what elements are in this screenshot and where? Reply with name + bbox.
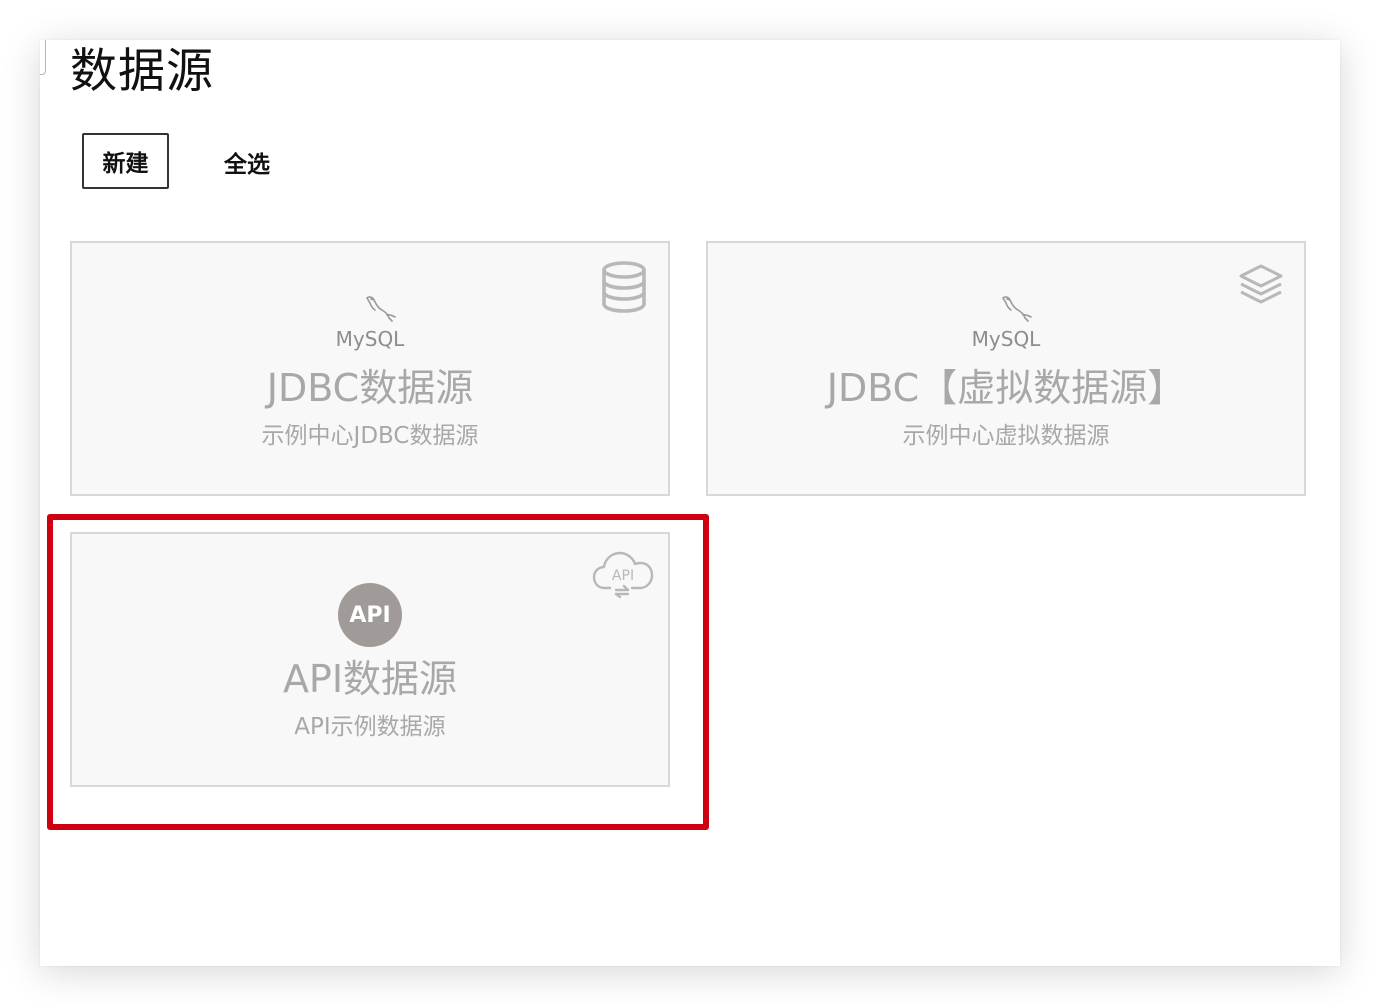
page-title: 数据源 — [70, 44, 214, 99]
card-subtitle: 示例中心JDBC数据源 — [261, 423, 479, 449]
card-title: API数据源 — [282, 657, 458, 701]
card-title: JDBC【虚拟数据源】 — [826, 366, 1186, 410]
api-badge-icon: API — [338, 583, 402, 647]
datasource-panel: 数据源 新建 全选 MySQL JDBC数据源 示例中心JDBC数据源 MySQ… — [40, 40, 1340, 966]
mysql-logo: MySQL — [961, 295, 1051, 351]
mysql-logo-text: MySQL — [971, 327, 1041, 351]
mysql-dolphin-icon — [366, 296, 396, 322]
datasource-card-jdbc-virtual[interactable]: MySQL JDBC【虚拟数据源】 示例中心虚拟数据源 — [706, 241, 1306, 496]
new-button[interactable]: 新建 — [82, 133, 169, 189]
card-logo: API — [72, 583, 668, 647]
card-title: JDBC数据源 — [266, 366, 474, 410]
select-all-button[interactable]: 全选 — [210, 134, 284, 190]
card-logo: MySQL — [708, 295, 1304, 351]
datasource-card-api[interactable]: API API API数据源 API示例数据源 — [70, 532, 670, 787]
mysql-logo-text: MySQL — [335, 327, 405, 351]
card-logo: MySQL — [72, 295, 668, 351]
card-subtitle: 示例中心虚拟数据源 — [902, 423, 1110, 449]
panel-corner-mark — [40, 40, 46, 75]
card-subtitle: API示例数据源 — [294, 714, 446, 740]
mysql-logo: MySQL — [325, 295, 415, 351]
mysql-dolphin-icon — [1002, 296, 1032, 322]
datasource-card-jdbc[interactable]: MySQL JDBC数据源 示例中心JDBC数据源 — [70, 241, 670, 496]
svg-text:API: API — [612, 568, 634, 584]
